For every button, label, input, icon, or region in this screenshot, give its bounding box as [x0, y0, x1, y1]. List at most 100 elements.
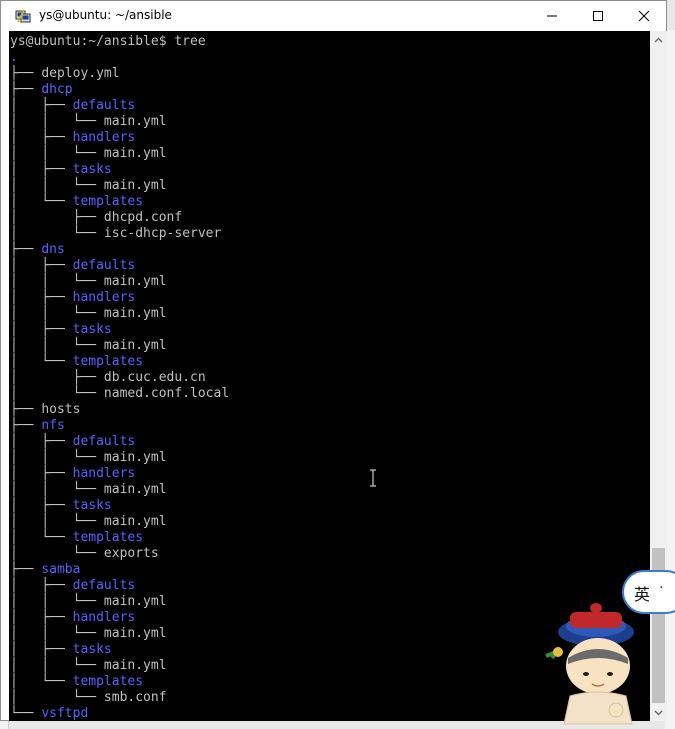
tree-directory-line: ├── samba: [10, 562, 229, 578]
tree-branch-glyphs: │ └──: [10, 530, 73, 545]
tree-branch-glyphs: │ ├──: [10, 466, 73, 481]
tree-file-line: │ │ └── main.yml: [10, 338, 229, 354]
directory-name: handlers: [72, 130, 136, 145]
directory-name: tasks: [72, 498, 112, 513]
directory-name: defaults: [72, 434, 136, 449]
tree-branch-glyphs: │ └──: [10, 386, 104, 401]
tree-branch-glyphs: │ │ └──: [10, 514, 104, 529]
tree-file-line: │ │ └── main.yml: [10, 658, 229, 674]
file-name: main.yml: [103, 146, 167, 161]
directory-name: templates: [72, 194, 144, 209]
tree-file-line: │ │ └── main.yml: [10, 114, 229, 130]
ime-mascot-icon[interactable]: [540, 600, 640, 726]
scroll-up-button[interactable]: [650, 31, 667, 48]
directory-name: tasks: [72, 162, 112, 177]
file-name: main.yml: [103, 626, 167, 641]
tree-branch-glyphs: │ │ └──: [10, 594, 104, 609]
tree-directory-line: .: [10, 50, 229, 66]
tree-file-line: │ │ └── main.yml: [10, 146, 229, 162]
tree-branch-glyphs: │ ├──: [10, 434, 73, 449]
tree-branch-glyphs: │ └──: [10, 354, 73, 369]
tree-file-line: │ │ └── main.yml: [10, 178, 229, 194]
tree-branch-glyphs: ├──: [10, 242, 42, 257]
tree-directory-line: │ ├── handlers: [10, 466, 229, 482]
tree-directory-line: │ ├── handlers: [10, 290, 229, 306]
tree-branch-glyphs: │ ├──: [10, 290, 73, 305]
tree-directory-line: │ ├── defaults: [10, 98, 229, 114]
ime-floating-widget[interactable]: 英 ·: [540, 566, 675, 729]
shell-command: ys@ubuntu:~/ansible$ tree: [10, 34, 206, 49]
tree-directory-line: ├── dns: [10, 242, 229, 258]
directory-name: templates: [72, 674, 144, 689]
tree-branch-glyphs: │ ├──: [10, 642, 73, 657]
directory-name: handlers: [72, 290, 136, 305]
tree-branch-glyphs: │ ├──: [10, 98, 73, 113]
minimize-icon: [547, 15, 557, 17]
tree-directory-line: ├── nfs: [10, 418, 229, 434]
file-name: smb.conf: [103, 690, 167, 705]
title-bar[interactable]: ys@ubuntu: ~/ansible: [1, 1, 666, 31]
tree-file-line: │ │ └── main.yml: [10, 514, 229, 530]
tree-file-line: │ ├── db.cuc.edu.cn: [10, 370, 229, 386]
tree-file-line: │ │ └── main.yml: [10, 482, 229, 498]
window-title: ys@ubuntu: ~/ansible: [39, 8, 172, 22]
tree-branch-glyphs: └──: [10, 706, 42, 721]
tree-branch-glyphs: ├──: [10, 562, 42, 577]
tree-branch-glyphs: │ ├──: [10, 130, 73, 145]
tree-branch-glyphs: │ ├──: [10, 322, 73, 337]
tree-directory-line: │ ├── tasks: [10, 498, 229, 514]
tree-branch-glyphs: │ ├──: [10, 578, 73, 593]
file-name: main.yml: [103, 450, 167, 465]
tree-branch-glyphs: │ │ └──: [10, 178, 104, 193]
file-name: main.yml: [103, 482, 167, 497]
file-name: main.yml: [103, 274, 167, 289]
tree-directory-line: │ ├── tasks: [10, 162, 229, 178]
tree-branch-glyphs: │ ├──: [10, 610, 73, 625]
tree-branch-glyphs: │ ├──: [10, 370, 104, 385]
command-prompt-line: ys@ubuntu:~/ansible$ tree: [10, 34, 229, 50]
directory-name: vsftpd: [41, 706, 89, 721]
tree-file-line: │ │ └── main.yml: [10, 274, 229, 290]
close-icon: [638, 10, 650, 22]
file-name: main.yml: [103, 514, 167, 529]
tree-branch-glyphs: │ │ └──: [10, 338, 104, 353]
minimize-button[interactable]: [529, 1, 575, 31]
tree-branch-glyphs: │ └──: [10, 674, 73, 689]
tree-file-line: │ └── smb.conf: [10, 690, 229, 706]
tree-directory-line: ├── dhcp: [10, 82, 229, 98]
tree-branch-glyphs: │ ├──: [10, 210, 104, 225]
tree-branch-glyphs: │ ├──: [10, 258, 73, 273]
directory-name: tasks: [72, 642, 112, 657]
tree-branch-glyphs: ├──: [10, 82, 42, 97]
directory-name: handlers: [72, 466, 136, 481]
tree-branch-glyphs: │ │ └──: [10, 114, 104, 129]
maximize-button[interactable]: [575, 1, 621, 31]
close-button[interactable]: [621, 1, 667, 31]
tree-branch-glyphs: │ │ └──: [10, 450, 104, 465]
file-name: deploy.yml: [41, 66, 120, 81]
tree-branch-glyphs: │ │ └──: [10, 274, 104, 289]
maximize-icon: [593, 11, 603, 21]
file-name: db.cuc.edu.cn: [103, 370, 206, 385]
directory-name: templates: [72, 530, 144, 545]
file-name: main.yml: [103, 114, 167, 129]
tree-directory-line: │ └── templates: [10, 674, 229, 690]
file-name: exports: [103, 546, 159, 561]
tree-branch-glyphs: ├──: [10, 418, 42, 433]
tree-branch-glyphs: │ └──: [10, 194, 73, 209]
tree-branch-glyphs: │ │ └──: [10, 482, 104, 497]
tree-directory-line: │ ├── tasks: [10, 642, 229, 658]
tree-branch-glyphs: │ └──: [10, 690, 104, 705]
putty-app-icon[interactable]: [15, 8, 31, 24]
directory-name: .: [10, 50, 18, 65]
tree-file-line: │ │ └── main.yml: [10, 306, 229, 322]
tree-directory-line: │ ├── defaults: [10, 434, 229, 450]
tree-file-line: │ │ └── main.yml: [10, 594, 229, 610]
tree-directory-line: │ ├── defaults: [10, 578, 229, 594]
tree-branch-glyphs: │ ├──: [10, 162, 73, 177]
text-cursor-ibeam-icon: [370, 469, 376, 487]
ime-separator: ·: [659, 580, 664, 596]
directory-name: templates: [72, 354, 144, 369]
tree-directory-line: │ ├── handlers: [10, 610, 229, 626]
file-name: main.yml: [103, 658, 167, 673]
